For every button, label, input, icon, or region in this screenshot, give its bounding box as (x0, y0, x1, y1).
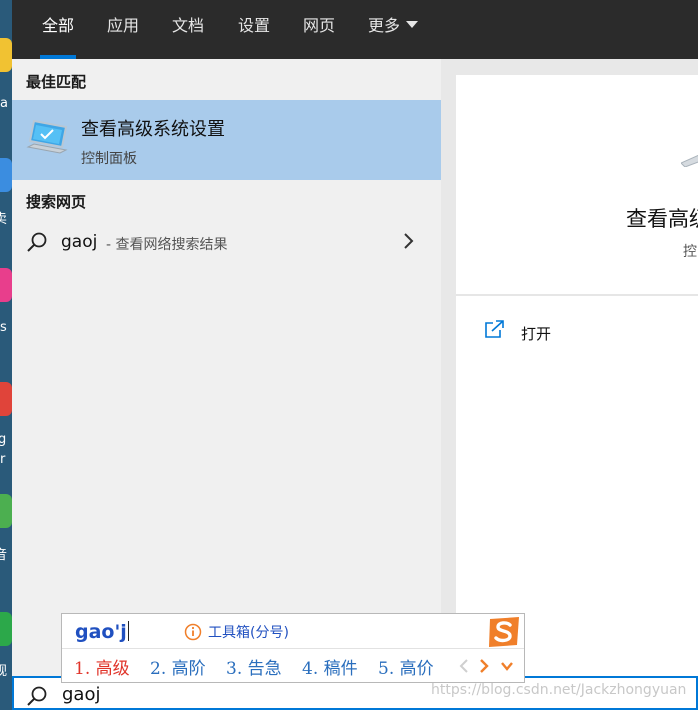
ime-candidate-window: gao'j 工具箱(分号) 1. 高级 2. 高阶 3. 告急 4. 稿件 5.… (61, 613, 525, 683)
desktop-app-label-2: 卖 (0, 212, 8, 227)
ime-candidate-2[interactable]: 2. 高阶 (150, 654, 206, 679)
desktop-app-label-4: g (0, 432, 7, 447)
desktop-app-label-7: 视 (0, 664, 8, 679)
ime-toolbox-link[interactable]: 工具箱(分号) (208, 622, 289, 642)
computer-settings-icon (681, 154, 698, 167)
search-icon (27, 686, 47, 706)
preview-subtitle: 控 (683, 244, 697, 260)
desktop-app-icon-6[interactable] (0, 612, 12, 646)
tab-settings[interactable]: 设置 (238, 0, 270, 59)
tab-web[interactable]: 网页 (303, 0, 335, 59)
tab-apps[interactable]: 应用 (107, 0, 139, 59)
ime-candidate-3[interactable]: 3. 告急 (226, 654, 282, 679)
desktop-app-label-1: a (0, 96, 8, 111)
ime-composition-text: gao'j (75, 621, 127, 643)
desktop-app-icon-2[interactable] (0, 158, 12, 192)
desktop-app-icon-1[interactable] (0, 38, 12, 72)
web-search-result[interactable]: gaoj - 查看网络搜索结果 (12, 224, 441, 264)
computer-settings-icon (26, 119, 68, 154)
desktop-app-label-5: or (0, 452, 6, 467)
watermark-text: https://blog.csdn.net/Jackzhongyuan (431, 682, 687, 698)
best-match-header: 最佳匹配 (26, 73, 87, 91)
search-scope-tabbar: 全部 应用 文档 设置 网页 更多 (12, 0, 698, 59)
ime-candidate-5[interactable]: 5. 高价 (378, 654, 434, 679)
search-input-text[interactable]: gaoj (62, 684, 100, 705)
tab-more[interactable]: 更多 (368, 0, 419, 59)
search-icon (27, 232, 47, 252)
desktop-app-label-6: 音 (0, 548, 8, 563)
info-icon (184, 623, 202, 641)
chevron-right-icon[interactable] (478, 658, 490, 674)
chevron-down-icon[interactable] (500, 660, 514, 672)
preview-title: 查看高级 (626, 207, 698, 231)
ime-candidate-4[interactable]: 4. 稿件 (302, 654, 358, 679)
web-search-suffix: - 查看网络搜索结果 (106, 237, 228, 253)
desktop-background: a 卖 os g or 音 视 (0, 0, 12, 710)
best-match-subtitle: 控制面板 (81, 151, 137, 167)
open-action[interactable]: 打开 (456, 296, 698, 366)
chevron-left-icon[interactable] (458, 658, 470, 674)
ime-divider (62, 648, 524, 649)
results-pane: 最佳匹配 查看高级系统设置 控制面板 搜索网页 gaoj - 查看网络搜索结果 (12, 59, 441, 676)
ime-candidate-1[interactable]: 1. 高级 (74, 654, 130, 679)
desktop-app-label-3: os (0, 320, 7, 335)
caret-down-icon (406, 21, 419, 28)
tab-documents[interactable]: 文档 (172, 0, 204, 59)
web-search-header: 搜索网页 (26, 193, 87, 211)
open-action-label: 打开 (521, 325, 552, 343)
sogou-logo-icon[interactable] (486, 616, 522, 648)
best-match-title: 查看高级系统设置 (81, 119, 225, 140)
desktop-app-icon-3[interactable] (0, 268, 12, 302)
ime-composition: gao'j (75, 621, 129, 643)
chevron-right-icon[interactable] (401, 232, 415, 250)
tab-all[interactable]: 全部 (39, 0, 77, 59)
open-window-icon (485, 320, 504, 338)
best-match-result[interactable]: 查看高级系统设置 控制面板 (12, 100, 441, 180)
desktop-app-icon-4[interactable] (0, 382, 12, 416)
text-cursor (127, 621, 129, 641)
preview-card: 查看高级 控 (456, 75, 698, 294)
tab-more-label: 更多 (368, 16, 401, 35)
desktop-app-icon-5[interactable] (0, 494, 12, 528)
web-search-query: gaoj (61, 232, 98, 252)
